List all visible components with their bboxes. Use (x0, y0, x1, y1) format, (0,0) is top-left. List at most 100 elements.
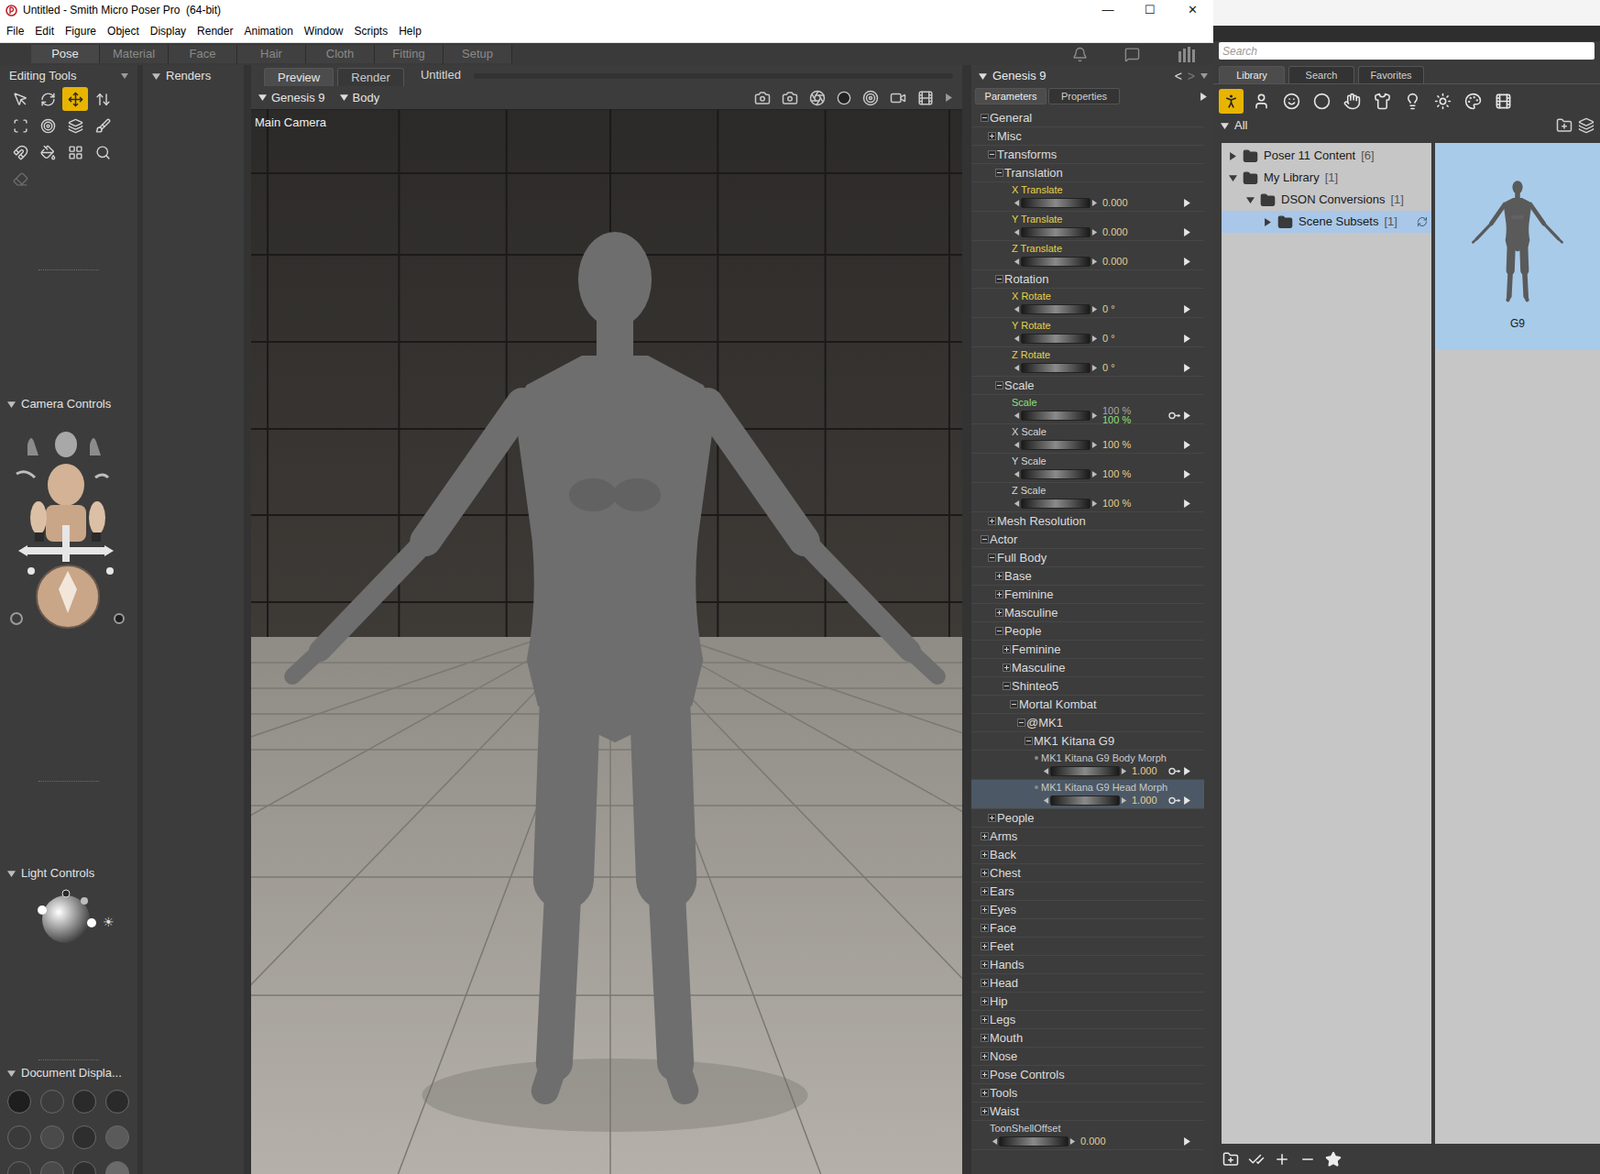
figure[interactable] (292, 231, 938, 1091)
display-style-button[interactable] (40, 1089, 65, 1114)
tool-button[interactable] (62, 113, 88, 138)
room-tab[interactable]: Fitting (374, 44, 444, 64)
parameter-group[interactable]: Head (971, 974, 1205, 993)
triangle-icon[interactable] (258, 93, 267, 102)
library-tree-item[interactable]: Scene Subsets[1] (1221, 210, 1432, 233)
parameter-group[interactable]: Translation (971, 164, 1205, 183)
display-style-button[interactable] (72, 1089, 97, 1114)
parameter-group[interactable]: Masculine (971, 603, 1205, 623)
link-icon[interactable] (1168, 796, 1182, 805)
room-tab[interactable]: Face (168, 44, 238, 64)
tool-button[interactable] (7, 87, 33, 111)
room-tab[interactable]: Setup (443, 44, 513, 64)
panel-grip[interactable] (0, 1056, 138, 1064)
menu-item[interactable]: File (0, 22, 30, 40)
tool-button[interactable] (89, 87, 116, 111)
triangle-icon[interactable] (1183, 228, 1192, 237)
parameter-dial[interactable]: MK1 Kitana G9 Head Morph1.000 (971, 779, 1205, 810)
collapse-icon[interactable] (995, 168, 1004, 177)
triangle-icon[interactable] (152, 72, 161, 81)
parameter-group[interactable]: Scale (971, 376, 1205, 395)
triangle-icon[interactable] (1091, 229, 1098, 236)
parameter-dial[interactable]: MK1 Kitana G9 Body Morph1.000 (971, 750, 1205, 780)
camera-trackball-icon[interactable] (0, 416, 129, 637)
library-item[interactable]: G9 (1435, 142, 1600, 351)
parameter-group[interactable]: People (971, 809, 1205, 828)
tool-button[interactable] (7, 166, 33, 191)
library-tree-item[interactable]: DSON Conversions[1] (1221, 188, 1432, 211)
add-library-icon[interactable] (1556, 117, 1573, 134)
parameter-dial[interactable]: X Translate0.000 (971, 182, 1205, 212)
camera-controls-header[interactable]: Camera Controls (0, 394, 138, 414)
target-icon[interactable] (862, 89, 879, 107)
expand-icon[interactable] (980, 905, 989, 914)
expand-icon[interactable] (980, 832, 989, 841)
viewport-canvas[interactable]: Main Camera (251, 109, 963, 1174)
triangle-icon[interactable] (1013, 441, 1020, 449)
triangle-icon[interactable] (7, 869, 16, 878)
triangle-icon[interactable] (120, 72, 129, 80)
expand-icon[interactable] (1002, 645, 1011, 654)
triangle-icon[interactable] (7, 400, 16, 409)
expand-icon[interactable] (1002, 663, 1011, 672)
parameter-dial[interactable]: ToonShellOffset0.000 (971, 1120, 1205, 1151)
triangle-icon[interactable] (1013, 229, 1020, 236)
sync-icon[interactable] (1416, 216, 1428, 228)
triangle-icon[interactable] (1228, 152, 1238, 161)
expand-icon[interactable] (980, 1070, 989, 1079)
category-button[interactable] (1400, 88, 1425, 114)
triangle-icon[interactable] (1246, 196, 1255, 205)
category-button[interactable] (1309, 88, 1335, 114)
triangle-icon[interactable] (1013, 364, 1020, 372)
collapse-icon[interactable] (1017, 718, 1026, 727)
parameter-group[interactable]: Arms (971, 827, 1205, 846)
library-tab[interactable]: Search (1288, 65, 1355, 84)
triangle-icon[interactable] (1042, 797, 1050, 804)
triangle-icon[interactable] (978, 72, 987, 81)
triangle-icon[interactable] (1183, 411, 1192, 420)
expand-icon[interactable] (980, 887, 989, 896)
triangle-icon[interactable] (1091, 335, 1098, 342)
expand-icon[interactable] (987, 516, 997, 526)
viewport-tab[interactable]: Preview (263, 67, 334, 87)
display-style-button[interactable] (105, 1089, 130, 1114)
category-button[interactable] (1218, 88, 1244, 114)
parameter-group[interactable]: Eyes (971, 900, 1205, 920)
expand-icon[interactable] (980, 942, 989, 951)
parameter-group[interactable]: Legs (971, 1010, 1205, 1030)
parameters-tab[interactable]: Properties (1048, 87, 1120, 105)
dial-track[interactable] (1020, 439, 1091, 450)
window-control[interactable]: ☐ (1128, 0, 1172, 21)
display-style-button[interactable] (72, 1125, 97, 1150)
expand-icon[interactable] (987, 131, 997, 141)
triangle-icon[interactable] (1120, 797, 1128, 804)
expand-icon[interactable] (980, 868, 989, 877)
parameter-group[interactable]: People (971, 622, 1205, 641)
dial-track[interactable] (1020, 333, 1091, 344)
scene-3d[interactable] (251, 109, 963, 1174)
library-search[interactable]: Search (1218, 42, 1595, 60)
figure[interactable] (1472, 180, 1563, 300)
dial-track[interactable] (1050, 766, 1120, 777)
library-bars-icon[interactable] (1176, 46, 1197, 63)
expand-icon[interactable] (980, 1052, 989, 1061)
expand-icon[interactable] (980, 850, 989, 859)
triangle-icon[interactable] (1120, 767, 1128, 775)
triangle-icon[interactable] (1013, 258, 1020, 265)
bell-icon[interactable] (1072, 46, 1088, 63)
collapse-icon[interactable] (1009, 700, 1019, 709)
parameter-group[interactable]: Nose (971, 1047, 1205, 1066)
triangle-icon[interactable] (1091, 471, 1098, 478)
splitter[interactable] (962, 65, 972, 1174)
camera-icon[interactable] (754, 89, 771, 107)
parameter-dial[interactable]: Z Rotate0 ° (971, 347, 1205, 377)
parameter-group[interactable]: Back (971, 845, 1205, 865)
tool-button[interactable] (62, 140, 88, 165)
dial-track[interactable] (1020, 256, 1091, 267)
video-icon[interactable] (889, 89, 907, 107)
parameter-group[interactable]: Actor (971, 530, 1205, 549)
library-tree-item[interactable]: My Library[1] (1221, 166, 1432, 189)
parameters-figure[interactable]: Genesis 9 (992, 66, 1047, 86)
parameter-group[interactable]: Hip (971, 992, 1205, 1011)
tool-button[interactable] (89, 113, 116, 138)
